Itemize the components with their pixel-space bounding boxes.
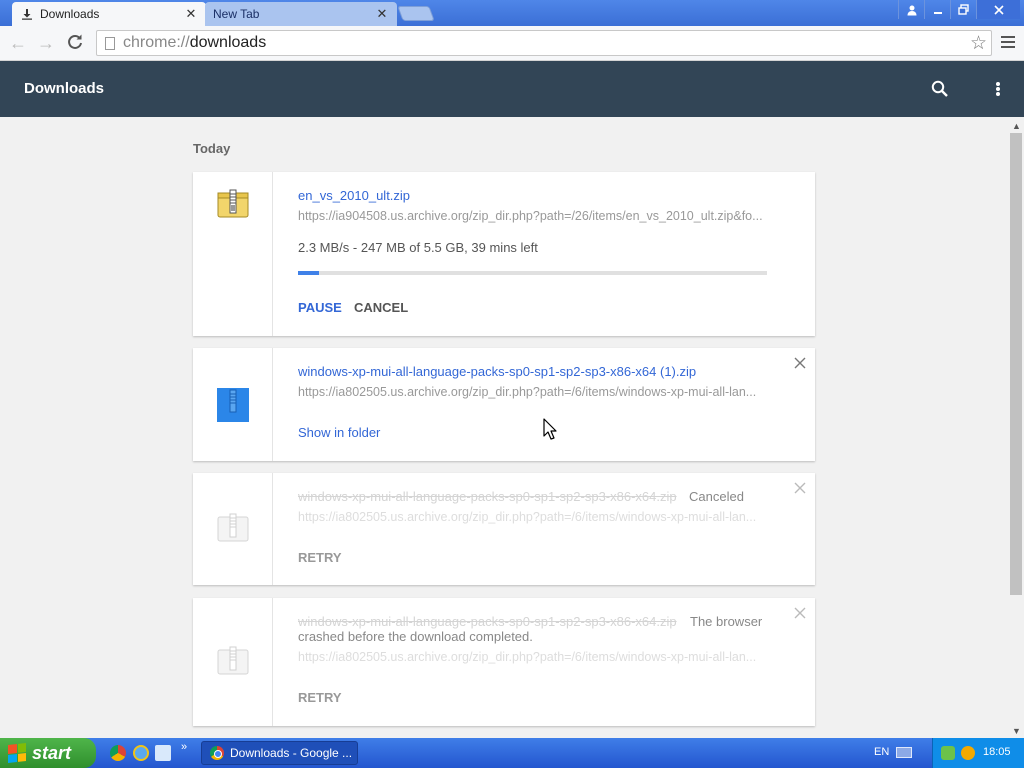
download-progress-bar: [298, 271, 767, 275]
keyboard-icon[interactable]: [896, 747, 912, 758]
download-item-completed: windows-xp-mui-all-language-packs-sp0-sp…: [193, 348, 815, 461]
restore-icon[interactable]: [950, 0, 976, 19]
network-icon[interactable]: [941, 746, 955, 760]
close-icon[interactable]: [976, 0, 1020, 19]
page-icon: [105, 36, 115, 50]
internet-explorer-icon[interactable]: [133, 745, 149, 761]
start-button[interactable]: start: [0, 738, 96, 768]
tab-close-icon[interactable]: ✕: [184, 7, 198, 21]
search-icon[interactable]: [930, 79, 950, 99]
url-scheme: chrome://: [123, 34, 190, 51]
retry-button[interactable]: RETRY: [298, 550, 342, 565]
download-canceled-note: Canceled: [689, 489, 744, 504]
page-scrollbar[interactable]: ▲ ▼: [1008, 117, 1024, 738]
zip-file-icon: [217, 646, 249, 675]
scrollbar-thumb[interactable]: [1010, 133, 1022, 595]
taskbar-window-label: Downloads - Google ...: [230, 746, 353, 760]
download-item-in-progress: en_vs_2010_ult.zip https://ia904508.us.a…: [193, 172, 815, 336]
download-filename-link[interactable]: windows-xp-mui-all-language-packs-sp0-sp…: [298, 364, 696, 379]
reload-icon[interactable]: [65, 33, 85, 53]
more-vert-icon[interactable]: [988, 79, 1008, 99]
minimize-icon[interactable]: [924, 0, 950, 19]
zip-file-icon: [217, 388, 249, 422]
back-arrow-icon[interactable]: ←: [8, 33, 28, 53]
download-filename[interactable]: windows-xp-mui-all-language-packs-sp0-sp…: [298, 614, 677, 629]
new-tab-button[interactable]: [397, 6, 435, 21]
page-title: Downloads: [24, 80, 105, 97]
scroll-down-arrow-icon[interactable]: ▼: [1012, 726, 1021, 736]
tab-new-tab[interactable]: New Tab ✕: [205, 2, 397, 26]
quicklaunch-overflow-icon[interactable]: »: [181, 741, 187, 753]
downloads-list: Today en_vs_2010_ult.zip https://ia90450…: [0, 117, 1008, 738]
system-tray: 18:05: [932, 738, 1024, 768]
window-controls: [898, 0, 1020, 19]
download-icon: [20, 7, 34, 21]
scroll-up-arrow-icon[interactable]: ▲: [1012, 121, 1021, 131]
tab-label: Downloads: [40, 7, 100, 21]
start-label: start: [32, 742, 72, 763]
download-status: 2.3 MB/s - 247 MB of 5.5 GB, 39 mins lef…: [298, 240, 538, 255]
search-tray-icon[interactable]: [961, 746, 975, 760]
download-filename[interactable]: windows-xp-mui-all-language-packs-sp0-sp…: [298, 489, 677, 504]
tab-label: New Tab: [213, 7, 260, 21]
language-indicator[interactable]: EN: [874, 746, 889, 758]
chrome-icon: [210, 746, 224, 760]
download-filename-link[interactable]: en_vs_2010_ult.zip: [298, 188, 410, 203]
download-item-canceled: windows-xp-mui-all-language-packs-sp0-sp…: [193, 473, 815, 585]
download-source-url[interactable]: https://ia802505.us.archive.org/zip_dir.…: [298, 385, 768, 399]
cancel-button[interactable]: CANCEL: [354, 300, 408, 315]
download-progress-fill: [298, 271, 319, 275]
date-group-label: Today: [193, 141, 231, 156]
remove-download-icon[interactable]: [793, 481, 807, 495]
tab-downloads[interactable]: Downloads ✕: [12, 2, 206, 26]
retry-button[interactable]: RETRY: [298, 690, 342, 705]
remove-download-icon[interactable]: [793, 606, 807, 620]
download-source-url[interactable]: https://ia802505.us.archive.org/zip_dir.…: [298, 510, 768, 524]
mouse-cursor-icon: [543, 418, 557, 440]
remove-download-icon[interactable]: [793, 356, 807, 370]
url-host: downloads: [189, 34, 267, 51]
download-source-url[interactable]: https://ia904508.us.archive.org/zip_dir.…: [298, 209, 768, 223]
clock: 18:05: [983, 746, 1011, 758]
browser-toolbar: ← → chrome://downloads ☆: [0, 26, 1024, 61]
windows-taskbar: start » Downloads - Google ... EN 18:05: [0, 738, 1024, 768]
show-in-folder-link[interactable]: Show in folder: [298, 425, 380, 440]
chrome-quicklaunch-icon[interactable]: [110, 745, 126, 761]
bookmark-star-icon[interactable]: ☆: [970, 32, 987, 55]
zip-file-icon: [217, 189, 249, 218]
tab-close-icon[interactable]: ✕: [375, 7, 389, 21]
browser-titlebar: Downloads ✕ New Tab ✕: [0, 0, 1024, 26]
download-error-note-continued: crashed before the download completed.: [298, 629, 533, 644]
hamburger-menu-icon[interactable]: [1000, 34, 1016, 50]
show-desktop-icon[interactable]: [155, 745, 171, 761]
download-error-note: The browser: [690, 614, 763, 629]
user-icon[interactable]: [898, 0, 924, 19]
forward-arrow-icon[interactable]: →: [36, 33, 56, 53]
download-item-failed: windows-xp-mui-all-language-packs-sp0-sp…: [193, 598, 815, 726]
downloads-header: Downloads: [0, 61, 1024, 117]
download-source-url[interactable]: https://ia802505.us.archive.org/zip_dir.…: [298, 650, 768, 664]
zip-file-icon: [217, 513, 249, 542]
pause-button[interactable]: PAUSE: [298, 300, 342, 315]
address-bar[interactable]: chrome://downloads ☆: [96, 30, 992, 56]
taskbar-window-chrome[interactable]: Downloads - Google ...: [201, 741, 358, 765]
windows-logo-icon: [8, 743, 26, 763]
